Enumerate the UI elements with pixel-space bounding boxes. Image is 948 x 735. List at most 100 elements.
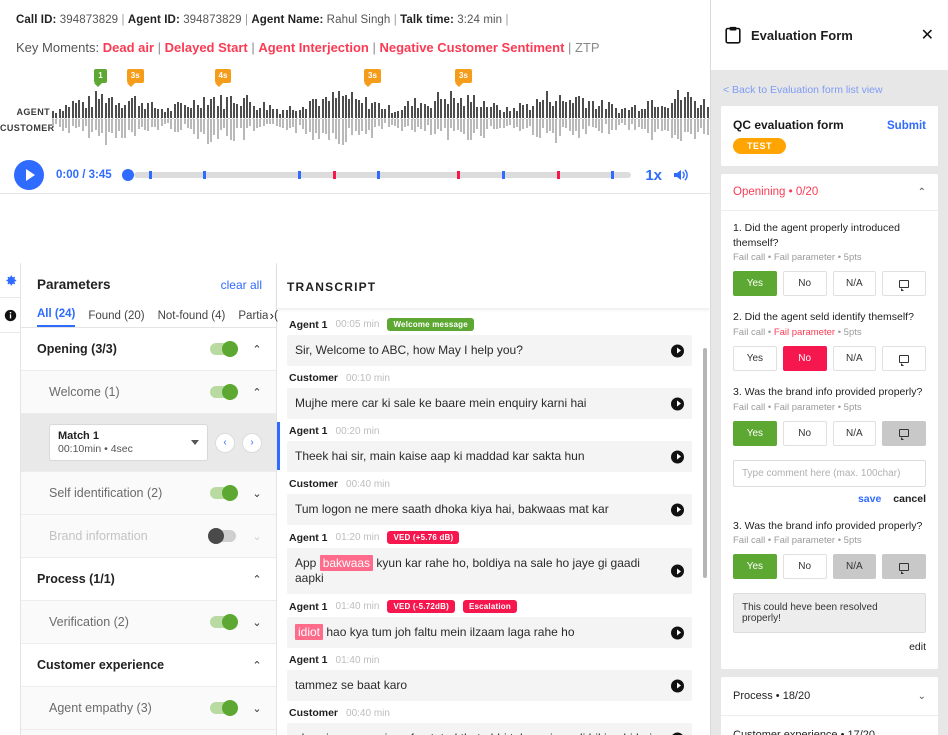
option-no-button[interactable]: No bbox=[782, 420, 827, 446]
parameter-row[interactable]: Agent empathy (3) ⌄ bbox=[21, 687, 276, 730]
key-moment-item[interactable]: Negative Customer Sentiment bbox=[379, 40, 564, 55]
option-yes-button[interactable]: Yes bbox=[733, 554, 777, 580]
waveform-canvas[interactable] bbox=[52, 89, 710, 147]
key-moment-item[interactable]: ZTP bbox=[575, 40, 600, 55]
evaluation-section-row[interactable]: Customer experience • 17/20 ⌄ bbox=[721, 716, 938, 735]
play-utterance-button[interactable] bbox=[671, 564, 684, 578]
play-utterance-button[interactable] bbox=[671, 344, 684, 357]
comment-button[interactable] bbox=[882, 271, 926, 297]
parameter-toggle[interactable] bbox=[210, 341, 238, 357]
parameter-row[interactable]: Customer experience ⌃ bbox=[21, 644, 276, 687]
waveform-marker[interactable]: 3s bbox=[126, 69, 144, 87]
parameter-row[interactable]: Brand information ⌄ bbox=[21, 515, 276, 558]
parameter-toggle[interactable] bbox=[210, 700, 238, 716]
parameter-toggle[interactable] bbox=[210, 614, 238, 630]
save-comment-button[interactable]: save bbox=[858, 493, 881, 505]
transcript-utterance[interactable]: Customer 00:40 min Tum logon ne mere saath… bbox=[287, 472, 692, 525]
evaluation-section-row[interactable]: Process • 18/20 ⌄ bbox=[721, 677, 938, 717]
chevron-up-icon[interactable]: ⌃ bbox=[252, 343, 262, 356]
transcript-utterance[interactable]: Agent 1 01:40 min VED (-5.72dB) Escalation i… bbox=[287, 594, 692, 648]
option-na-button[interactable]: N/A bbox=[832, 420, 877, 446]
parameters-tab[interactable]: Not-found (4) bbox=[158, 310, 226, 327]
section-header-opening[interactable]: Openining • 0/20 ⌃ bbox=[721, 174, 938, 211]
parameter-row[interactable]: Customer sentiment (5)⌄ bbox=[21, 730, 276, 735]
option-yes-button[interactable]: Yes bbox=[733, 346, 777, 372]
seek-bar[interactable] bbox=[121, 165, 632, 185]
tabs-next-arrow[interactable]: › bbox=[267, 308, 274, 323]
seek-tick[interactable] bbox=[457, 171, 461, 179]
seek-tick[interactable] bbox=[148, 171, 152, 179]
chevron-down-icon[interactable]: ⌄ bbox=[252, 487, 262, 500]
parameter-row[interactable]: Process (1/1) ⌃ bbox=[21, 558, 276, 601]
comment-button[interactable] bbox=[882, 420, 926, 446]
chevron-down-icon[interactable]: ⌄ bbox=[252, 530, 262, 543]
waveform-marker[interactable]: 1 bbox=[94, 69, 107, 87]
parameter-row[interactable]: Self identification (2) ⌄ bbox=[21, 472, 276, 515]
parameter-row[interactable]: Verification (2) ⌄ bbox=[21, 601, 276, 644]
parameter-toggle[interactable] bbox=[208, 528, 236, 544]
chevron-down-icon[interactable]: ⌄ bbox=[252, 702, 262, 715]
comment-button[interactable] bbox=[882, 346, 926, 372]
parameters-tab[interactable]: All (24) bbox=[37, 308, 76, 327]
cancel-comment-button[interactable]: cancel bbox=[893, 493, 926, 505]
parameter-toggle[interactable] bbox=[210, 485, 238, 501]
play-utterance-button[interactable] bbox=[671, 503, 684, 516]
key-moment-item[interactable]: Delayed Start bbox=[165, 40, 248, 55]
seek-tick[interactable] bbox=[332, 171, 336, 179]
seek-tick[interactable] bbox=[377, 171, 381, 179]
play-utterance-button[interactable] bbox=[671, 450, 684, 463]
waveform-marker[interactable]: 3s bbox=[455, 69, 472, 87]
seek-tick[interactable] bbox=[556, 171, 560, 179]
parameter-row[interactable]: Opening (3/3) ⌃ bbox=[21, 328, 276, 371]
seek-tick[interactable] bbox=[611, 171, 615, 179]
option-no-button[interactable]: No bbox=[782, 346, 827, 372]
submit-button[interactable]: Submit bbox=[887, 118, 926, 132]
transcript-utterance[interactable]: Customer 00:10 min Mujhe mere car ki sale … bbox=[287, 366, 692, 419]
chevron-down-icon[interactable]: ⌄ bbox=[252, 616, 262, 629]
seek-tick[interactable] bbox=[501, 171, 505, 179]
key-moment-item[interactable]: Dead air bbox=[103, 40, 154, 55]
seek-track[interactable] bbox=[133, 171, 632, 179]
chevron-up-icon[interactable]: ⌃ bbox=[252, 573, 262, 586]
transcript-scrollbar[interactable] bbox=[703, 348, 707, 578]
parameter-toggle[interactable] bbox=[210, 384, 238, 400]
waveform-marker[interactable]: 4s bbox=[214, 69, 232, 87]
match-dropdown[interactable]: Match 1 00:10min • 4sec bbox=[49, 424, 208, 461]
transcript-utterance[interactable]: Customer 00:40 min okay, i am sorry. i am … bbox=[287, 701, 692, 735]
edit-comment-button[interactable]: edit bbox=[909, 641, 926, 653]
chevron-up-icon[interactable]: ⌃ bbox=[252, 659, 262, 672]
volume-icon[interactable] bbox=[672, 167, 690, 183]
waveform-marker[interactable]: 3s bbox=[364, 69, 381, 87]
settings-rail-button[interactable] bbox=[0, 263, 20, 298]
option-na-button[interactable]: N/A bbox=[832, 554, 877, 580]
key-moment-item[interactable]: Agent Interjection bbox=[258, 40, 369, 55]
transcript-utterance[interactable]: Agent 1 01:20 min VED (+5.76 dB) App bakwaa… bbox=[287, 525, 692, 594]
back-to-list-link[interactable]: < Back to Evaluation form list view bbox=[721, 80, 938, 106]
info-rail-button[interactable] bbox=[0, 298, 20, 333]
play-utterance-button[interactable] bbox=[671, 397, 684, 410]
option-na-button[interactable]: N/A bbox=[832, 346, 877, 372]
option-na-button[interactable]: N/A bbox=[832, 271, 877, 297]
clear-all-button[interactable]: clear all bbox=[221, 278, 262, 292]
option-no-button[interactable]: No bbox=[782, 271, 827, 297]
comment-input[interactable]: Type comment here (max. 100char) bbox=[733, 459, 926, 487]
play-utterance-button[interactable] bbox=[671, 626, 684, 639]
option-yes-button[interactable]: Yes bbox=[733, 420, 777, 446]
match-prev-button[interactable]: ‹ bbox=[215, 432, 235, 453]
transcript-utterance[interactable]: Agent 1 01:40 min tammez se baat karo bbox=[287, 648, 692, 701]
waveform-rows[interactable]: AGENT CUSTOMER bbox=[0, 89, 710, 147]
transcript-utterance[interactable]: Agent 1 00:20 min Theek hai sir, main kais… bbox=[277, 419, 692, 472]
play-button[interactable] bbox=[14, 160, 44, 190]
playback-speed-button[interactable]: 1x bbox=[645, 167, 662, 184]
seek-tick[interactable] bbox=[203, 171, 207, 179]
seek-knob[interactable] bbox=[121, 169, 134, 181]
parameter-row[interactable]: Welcome (1) ⌃ bbox=[21, 371, 276, 414]
comment-button[interactable] bbox=[882, 554, 926, 580]
close-icon[interactable]: ✕ bbox=[921, 25, 934, 45]
parameters-tab[interactable]: Found (20) bbox=[88, 310, 144, 327]
option-no-button[interactable]: No bbox=[782, 554, 827, 580]
seek-tick[interactable] bbox=[297, 171, 301, 179]
option-yes-button[interactable]: Yes bbox=[733, 271, 777, 297]
match-next-button[interactable]: › bbox=[242, 432, 262, 453]
transcript-utterance[interactable]: Agent 1 00:05 min Welcome message Sir, Welc… bbox=[287, 312, 692, 366]
